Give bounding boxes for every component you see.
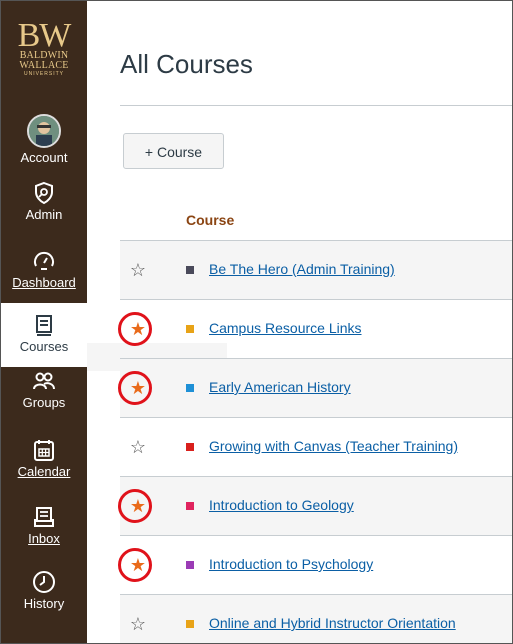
clock-icon: [33, 571, 55, 593]
nav-label-history: History: [23, 596, 65, 611]
course-row: ☆ Be The Hero (Admin Training): [120, 240, 512, 300]
star-filled-icon[interactable]: ★: [128, 319, 148, 339]
course-link[interactable]: Growing with Canvas (Teacher Training): [209, 438, 458, 454]
course-color-swatch: [186, 384, 194, 392]
course-link[interactable]: Campus Resource Links: [209, 320, 362, 336]
nav-item-inbox[interactable]: Inbox: [1, 505, 87, 546]
logo-line-3: UNIVERSITY: [23, 71, 64, 77]
course-link[interactable]: Introduction to Psychology: [209, 556, 373, 572]
nav-item-history[interactable]: History: [1, 570, 87, 611]
course-link[interactable]: Online and Hybrid Instructor Orientation: [209, 615, 456, 631]
logo-mark: BW: [17, 17, 72, 54]
star-filled-icon[interactable]: ★: [128, 555, 148, 575]
book-icon: [36, 315, 52, 336]
star-empty-icon[interactable]: ☆: [128, 260, 148, 280]
nav-label-dashboard: Dashboard: [12, 275, 76, 290]
course-color-swatch: [186, 502, 194, 510]
nav-item-dashboard[interactable]: Dashboard: [1, 249, 87, 290]
course-color-swatch: [186, 443, 194, 451]
calendar-icon: [34, 440, 54, 461]
browser-frame: BW BALDWIN WALLACE UNIVERSITY Account Ad…: [0, 0, 513, 644]
course-row: ★ Introduction to Geology: [118, 476, 512, 536]
course-color-swatch: [186, 620, 194, 628]
nav-label-calendar: Calendar: [17, 464, 71, 479]
nav-item-admin[interactable]: Admin: [1, 181, 87, 222]
main-content: All Courses + Course Course ☆ Be The Her…: [87, 1, 512, 643]
speedometer-icon: [34, 251, 54, 270]
course-row: ★ Early American History: [118, 358, 512, 418]
nav-item-groups[interactable]: Groups: [1, 369, 87, 410]
nav-item-courses[interactable]: Courses: [1, 303, 87, 367]
nav-label-inbox: Inbox: [28, 531, 60, 546]
course-link[interactable]: Introduction to Geology: [209, 497, 354, 513]
inbox-icon: [34, 507, 54, 527]
course-column-header[interactable]: Course: [186, 212, 234, 228]
nav-label-groups: Groups: [22, 395, 66, 410]
star-filled-icon[interactable]: ★: [128, 378, 148, 398]
course-row: ★ Introduction to Psychology: [118, 535, 512, 595]
course-row: ★ Campus Resource Links: [118, 299, 512, 359]
nav-label-account: Account: [20, 150, 68, 165]
global-nav: BW BALDWIN WALLACE UNIVERSITY Account Ad…: [1, 1, 87, 643]
university-logo[interactable]: BW BALDWIN WALLACE UNIVERSITY: [14, 17, 74, 78]
people-icon: [33, 372, 55, 390]
nav-item-calendar[interactable]: Calendar: [1, 438, 87, 479]
course-row: ☆ Growing with Canvas (Teacher Training): [120, 417, 512, 477]
avatar-icon: [27, 114, 61, 148]
page-title: All Courses: [120, 49, 253, 79]
logo-line-2: WALLACE: [19, 60, 69, 71]
star-empty-icon[interactable]: ☆: [128, 614, 148, 634]
title-divider: [120, 105, 512, 106]
course-color-swatch: [186, 561, 194, 569]
star-empty-icon[interactable]: ☆: [128, 437, 148, 457]
star-filled-icon[interactable]: ★: [128, 496, 148, 516]
course-link[interactable]: Early American History: [209, 379, 351, 395]
nav-item-account[interactable]: Account: [1, 114, 87, 165]
course-link[interactable]: Be The Hero (Admin Training): [209, 261, 395, 277]
nav-label-courses: Courses: [19, 339, 69, 354]
add-course-button[interactable]: + Course: [123, 133, 224, 169]
course-row: ☆ Online and Hybrid Instructor Orientati…: [120, 594, 512, 643]
course-color-swatch: [186, 266, 194, 274]
course-color-swatch: [186, 325, 194, 333]
nav-label-admin: Admin: [25, 207, 63, 222]
shield-icon: [35, 181, 53, 205]
